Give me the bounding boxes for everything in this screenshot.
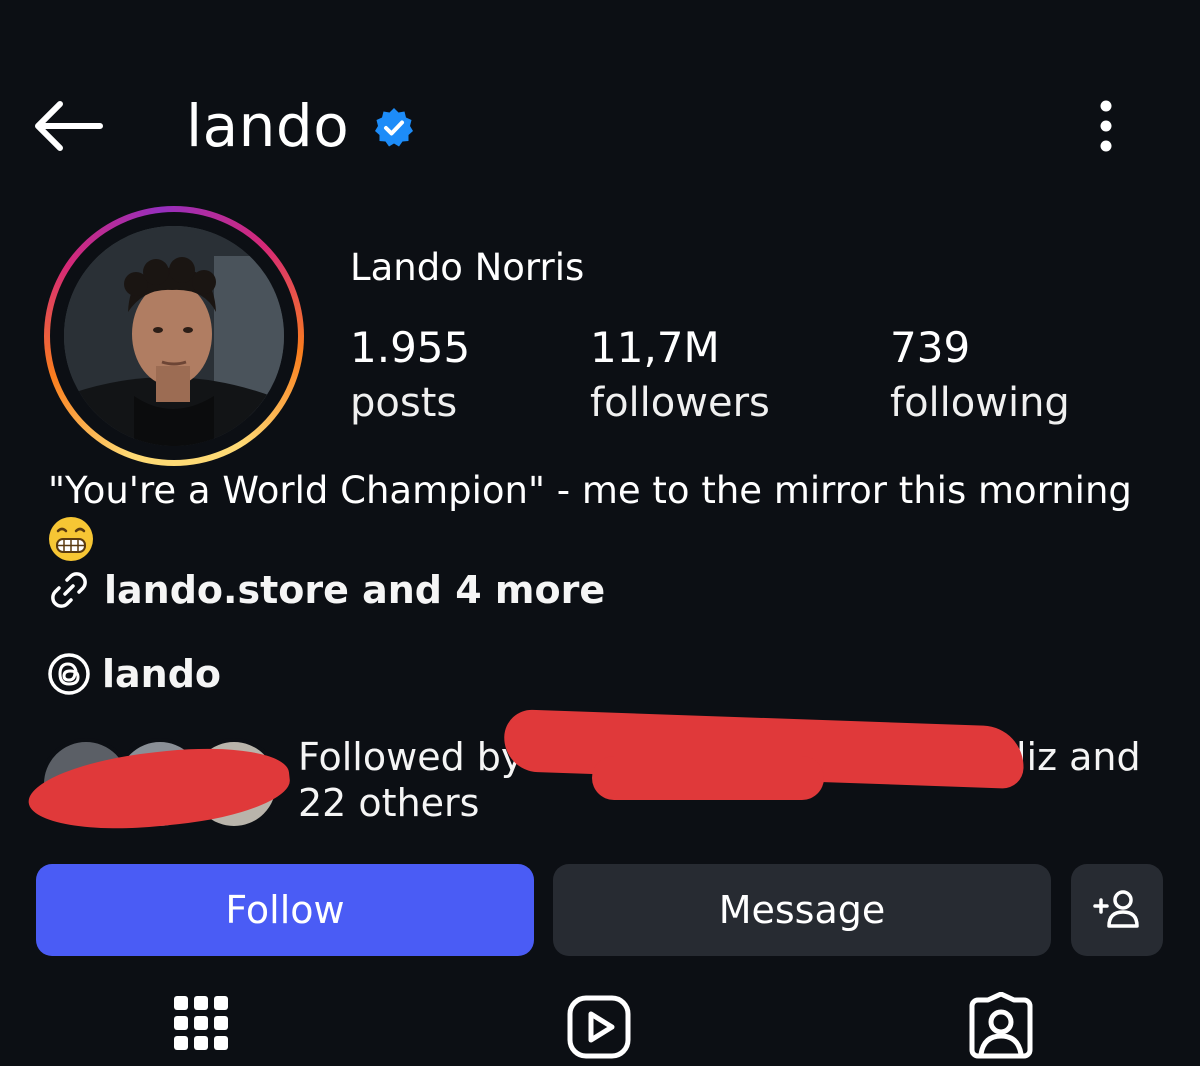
suggested-accounts-button[interactable] (1071, 864, 1163, 956)
avatar-portrait-image (64, 226, 284, 446)
add-person-icon (1093, 890, 1139, 928)
posts-label: posts (350, 380, 458, 426)
followed-by-line2: 22 others (298, 781, 480, 825)
profile-username: lando (186, 92, 350, 160)
profile-link[interactable]: lando.store and 4 more (46, 564, 605, 616)
following-label: following (890, 380, 1070, 426)
followers-stat[interactable]: 11,7M followers (590, 322, 770, 432)
posts-count: 1.955 (350, 323, 471, 372)
follow-button[interactable]: Follow (36, 864, 534, 956)
followed-by-line1-end: liz and (1016, 735, 1141, 779)
avatar-photo (64, 226, 284, 446)
tab-tagged[interactable] (966, 991, 1036, 1062)
tab-reels[interactable] (564, 992, 634, 1062)
posts-stat[interactable]: 1.955 posts (350, 322, 470, 432)
profile-avatar[interactable] (44, 206, 304, 466)
followers-count: 11,7M (590, 323, 720, 372)
grinning-face-emoji-icon (49, 517, 93, 561)
more-vertical-icon (1100, 100, 1112, 152)
more-options-button[interactable] (1082, 96, 1130, 156)
grid-icon (174, 996, 228, 1050)
reels-icon (567, 995, 631, 1059)
profile-full-name: Lando Norris (350, 246, 585, 289)
threads-profile-link[interactable]: lando (46, 648, 221, 700)
message-button[interactable]: Message (553, 864, 1051, 956)
followers-label: followers (590, 380, 770, 426)
threads-username: lando (102, 652, 222, 696)
link-icon (51, 572, 87, 608)
profile-bio: "You're a World Champion" - me to the mi… (48, 469, 1132, 512)
arrow-left-icon (35, 101, 103, 151)
back-button[interactable] (30, 96, 110, 156)
redaction-mark (592, 756, 824, 800)
threads-icon (48, 653, 90, 695)
following-count: 739 (890, 323, 971, 372)
following-stat[interactable]: 739 following (890, 322, 1070, 432)
tab-posts-grid[interactable] (166, 992, 236, 1062)
profile-link-text: lando.store and 4 more (104, 568, 606, 612)
verified-badge-icon (375, 108, 413, 147)
tagged-icon (969, 991, 1033, 1059)
